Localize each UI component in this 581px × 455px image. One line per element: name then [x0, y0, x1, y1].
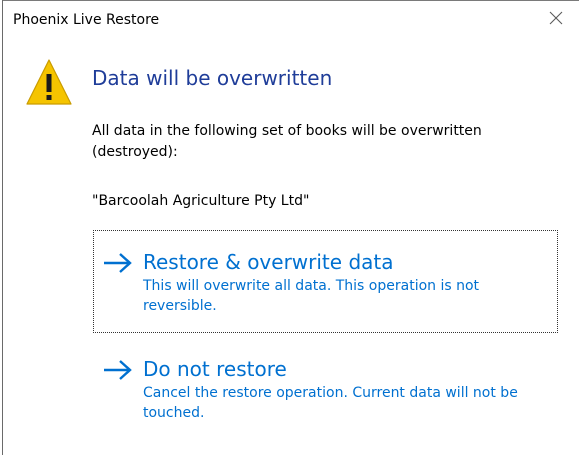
- arrow-right-icon: [104, 360, 132, 380]
- warning-icon: [26, 59, 72, 105]
- arrow-right-icon: [104, 253, 132, 273]
- close-button[interactable]: [533, 1, 579, 35]
- do-not-restore-button[interactable]: Do not restore Cancel the restore operat…: [94, 353, 557, 433]
- dialog-heading: Data will be overwritten: [92, 66, 333, 90]
- window-title: Phoenix Live Restore: [13, 12, 160, 28]
- do-not-restore-note: Cancel the restore operation. Current da…: [143, 385, 518, 421]
- dialog-window: Phoenix Live Restore Data will be overwr…: [0, 0, 581, 455]
- restore-overwrite-label: Restore & overwrite data: [143, 250, 394, 274]
- dialog-message: All data in the following set of books w…: [92, 123, 482, 160]
- restore-overwrite-note: This will overwrite all data. This opera…: [143, 278, 480, 314]
- title-bar[interactable]: Phoenix Live Restore: [3, 1, 581, 35]
- restore-overwrite-button[interactable]: Restore & overwrite data This will overw…: [93, 230, 558, 333]
- close-icon: [549, 11, 563, 25]
- do-not-restore-label: Do not restore: [143, 357, 287, 381]
- company-name: "Barcoolah Agriculture Pty Ltd": [92, 193, 310, 209]
- window-left-border: [2, 0, 3, 455]
